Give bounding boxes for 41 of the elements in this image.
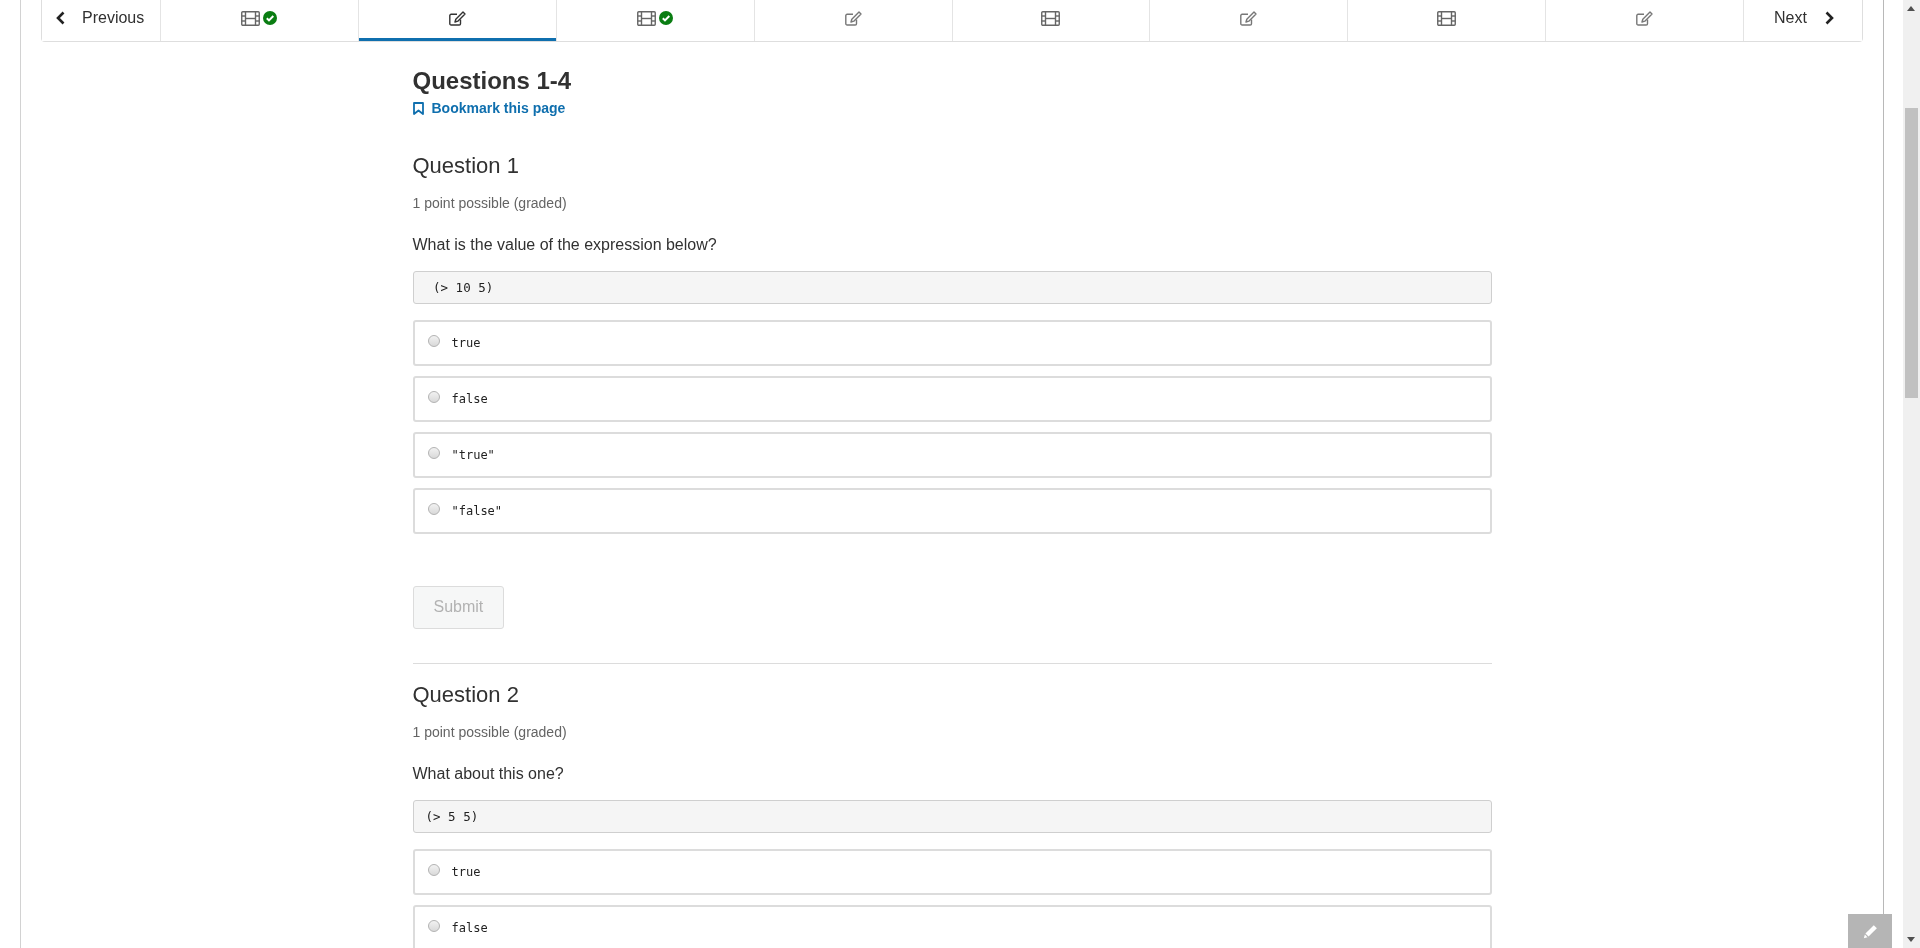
answer-option[interactable]: "false" bbox=[412, 487, 1492, 534]
film-icon bbox=[1041, 10, 1061, 26]
unit-title: Questions 1-4 bbox=[412, 66, 573, 96]
code-block: (> 5 5) bbox=[412, 799, 1492, 833]
radio-button[interactable] bbox=[427, 920, 440, 932]
edit-icon bbox=[1240, 10, 1258, 26]
edit-icon bbox=[1636, 10, 1654, 26]
edit-button[interactable] bbox=[1848, 914, 1892, 948]
next-button[interactable]: Next bbox=[1743, 0, 1862, 41]
scroll-down-arrow-icon[interactable] bbox=[1907, 937, 1915, 942]
radio-button[interactable] bbox=[427, 391, 440, 403]
radio-button[interactable] bbox=[427, 335, 440, 347]
question-prompt: What is the value of the expression below? bbox=[412, 234, 718, 255]
question-title: Question 2 bbox=[412, 680, 520, 709]
points-info: 1 point possible (graded) bbox=[412, 193, 568, 212]
scroll-up-arrow-icon[interactable] bbox=[1907, 6, 1915, 11]
edit-icon bbox=[448, 10, 466, 26]
answer-option[interactable]: false bbox=[412, 375, 1492, 422]
code-block: (> 10 5) bbox=[412, 270, 1492, 304]
radio-button[interactable] bbox=[427, 447, 440, 459]
scrollbar-track[interactable] bbox=[1903, 0, 1920, 948]
radio-button[interactable] bbox=[427, 864, 440, 876]
answer-option[interactable]: true bbox=[412, 848, 1492, 895]
chevron-left-icon bbox=[56, 11, 65, 25]
film-icon bbox=[241, 10, 261, 26]
scrollbar-thumb[interactable] bbox=[1905, 108, 1918, 398]
answer-option[interactable]: true bbox=[412, 319, 1492, 366]
bookmark-icon bbox=[412, 101, 424, 115]
unit-tab[interactable] bbox=[357, 0, 556, 41]
answer-option[interactable]: "true" bbox=[412, 431, 1492, 478]
film-icon bbox=[637, 10, 657, 26]
film-icon bbox=[1437, 10, 1457, 26]
points-info: 1 point possible (graded) bbox=[412, 722, 568, 741]
chevron-right-icon bbox=[1824, 11, 1834, 25]
question-prompt: What about this one? bbox=[412, 763, 565, 784]
pencil-icon bbox=[1862, 923, 1878, 939]
question-title: Question 1 bbox=[412, 151, 520, 180]
edit-icon bbox=[844, 10, 862, 26]
bookmark-link[interactable]: Bookmark this page bbox=[412, 98, 566, 118]
answer-option[interactable]: false bbox=[412, 904, 1492, 948]
radio-button[interactable] bbox=[427, 503, 440, 515]
